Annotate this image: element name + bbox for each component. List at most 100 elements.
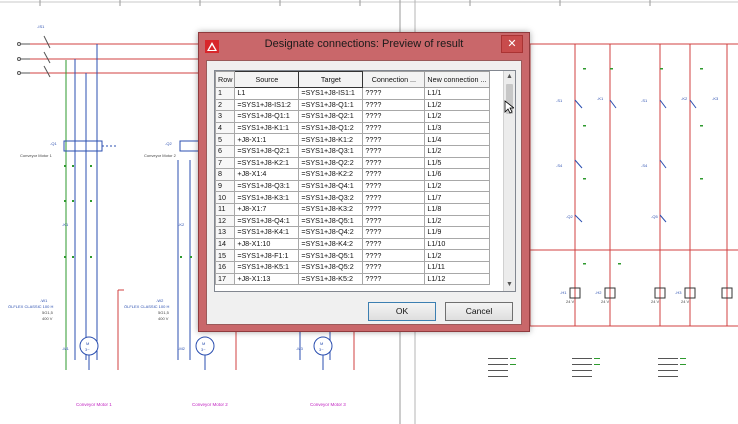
table-row[interactable]: 6 =SYS1+J8-Q2:1 =SYS1+J8-Q3:1???? L1/2 bbox=[215, 144, 490, 158]
cell-new-connection[interactable]: L1/10 bbox=[424, 237, 490, 251]
column-header-connection[interactable]: Connection ... bbox=[362, 71, 426, 88]
dialog-titlebar[interactable]: Designate connections: Preview of result… bbox=[199, 33, 529, 60]
cell-new-connection[interactable]: L1/2 bbox=[424, 98, 490, 112]
cell-new-connection[interactable]: L1/2 bbox=[424, 144, 490, 158]
cell-connection[interactable]: ???? bbox=[362, 272, 426, 286]
table-row[interactable]: 4 =SYS1+J8-K1:1 =SYS1+J8-Q1:2???? L1/3 bbox=[215, 121, 490, 135]
cell-new-connection[interactable]: L1/5 bbox=[424, 156, 490, 170]
scroll-up-icon[interactable]: ▲ bbox=[504, 71, 515, 83]
cell-row[interactable]: 8 bbox=[215, 168, 236, 181]
cell-target[interactable]: =SYS1+J8-K5:2 bbox=[298, 272, 364, 286]
cell-target[interactable]: =SYS1+J8-Q4:2 bbox=[298, 226, 364, 239]
cell-source[interactable]: +J8-X1:10 bbox=[234, 237, 300, 251]
cell-row[interactable]: 5 bbox=[215, 133, 236, 146]
cell-connection[interactable]: ???? bbox=[362, 226, 426, 239]
cell-target[interactable]: =SYS1+J8-Q3:1 bbox=[298, 144, 364, 158]
cell-new-connection[interactable]: L1/6 bbox=[424, 168, 490, 181]
cell-row[interactable]: 15 bbox=[215, 249, 236, 262]
cell-row[interactable]: 3 bbox=[215, 110, 236, 123]
column-header-row[interactable]: Row bbox=[215, 71, 236, 88]
cell-connection[interactable]: ???? bbox=[362, 202, 426, 216]
cell-target[interactable]: =SYS1+J8-Q1:2 bbox=[298, 121, 364, 135]
cell-new-connection[interactable]: L1/2 bbox=[424, 179, 490, 193]
cell-connection[interactable]: ???? bbox=[362, 214, 426, 228]
cell-target[interactable]: =SYS1+J8-K3:2 bbox=[298, 202, 364, 216]
cell-connection[interactable]: ???? bbox=[362, 156, 426, 170]
cell-source[interactable]: =SYS1+J8-K1:1 bbox=[234, 121, 300, 135]
table-row[interactable]: 16 =SYS1+J8-K5:1 =SYS1+J8-Q5:2???? L1/11 bbox=[215, 260, 490, 274]
cell-row[interactable]: 9 bbox=[215, 179, 236, 193]
cell-target[interactable]: =SYS1+J8-Q5:1 bbox=[298, 214, 364, 228]
table-row[interactable]: 5 +J8-X1:1 =SYS1+J8-K1:2???? L1/4 bbox=[215, 133, 490, 146]
cell-connection[interactable]: ???? bbox=[362, 237, 426, 251]
cell-source[interactable]: =SYS1+J8-K2:1 bbox=[234, 156, 300, 170]
cell-source[interactable]: +J8-X1:7 bbox=[234, 202, 300, 216]
cell-connection[interactable]: ???? bbox=[362, 87, 426, 100]
cell-new-connection[interactable]: L1/2 bbox=[424, 110, 490, 123]
cell-new-connection[interactable]: L1/2 bbox=[424, 214, 490, 228]
cell-new-connection[interactable]: L1/8 bbox=[424, 202, 490, 216]
cell-row[interactable]: 16 bbox=[215, 260, 236, 274]
cell-source[interactable]: =SYS1+J8-K5:1 bbox=[234, 260, 300, 274]
table-row[interactable]: 1 L1 =SYS1+J8-IS1:1???? L1/1 bbox=[215, 87, 490, 100]
cell-source[interactable]: =SYS1+J8-Q3:1 bbox=[234, 179, 300, 193]
cell-connection[interactable]: ???? bbox=[362, 144, 426, 158]
table-row[interactable]: 13 =SYS1+J8-K4:1 =SYS1+J8-Q4:2???? L1/9 bbox=[215, 226, 490, 239]
cell-connection[interactable]: ???? bbox=[362, 260, 426, 274]
cell-connection[interactable]: ???? bbox=[362, 168, 426, 181]
cell-source[interactable]: =SYS1+J8-Q2:1 bbox=[234, 144, 300, 158]
cell-connection[interactable]: ???? bbox=[362, 249, 426, 262]
cell-source[interactable]: L1 bbox=[234, 87, 300, 100]
cell-source[interactable]: =SYS1+J8-F1:1 bbox=[234, 249, 300, 262]
table-row[interactable]: 8 +J8-X1:4 =SYS1+J8-K2:2???? L1/6 bbox=[215, 168, 490, 181]
cell-source[interactable]: +J8-X1:1 bbox=[234, 133, 300, 146]
column-header-new-connection[interactable]: New connection ... bbox=[424, 71, 490, 88]
cell-row[interactable]: 10 bbox=[215, 191, 236, 204]
table-row[interactable]: 17 +J8-X1:13 =SYS1+J8-K5:2???? L1/12 bbox=[215, 272, 490, 286]
cell-row[interactable]: 7 bbox=[215, 156, 236, 170]
cell-target[interactable]: =SYS1+J8-K2:2 bbox=[298, 168, 364, 181]
cell-connection[interactable]: ???? bbox=[362, 191, 426, 204]
cell-row[interactable]: 13 bbox=[215, 226, 236, 239]
cell-target[interactable]: =SYS1+J8-K4:2 bbox=[298, 237, 364, 251]
preview-grid[interactable]: Row Source Target Connection ... New con… bbox=[214, 70, 516, 292]
cell-connection[interactable]: ???? bbox=[362, 133, 426, 146]
cell-row[interactable]: 6 bbox=[215, 144, 236, 158]
cell-source[interactable]: =SYS1+J8-Q1:1 bbox=[234, 110, 300, 123]
cell-row[interactable]: 11 bbox=[215, 202, 236, 216]
cell-new-connection[interactable]: L1/9 bbox=[424, 226, 490, 239]
cell-source[interactable]: +J8-X1:13 bbox=[234, 272, 300, 286]
scroll-down-icon[interactable]: ▼ bbox=[504, 279, 515, 291]
column-header-target[interactable]: Target bbox=[298, 71, 364, 88]
table-row[interactable]: 3 =SYS1+J8-Q1:1 =SYS1+J8-Q2:1???? L1/2 bbox=[215, 110, 490, 123]
cell-target[interactable]: =SYS1+J8-Q3:2 bbox=[298, 191, 364, 204]
table-row[interactable]: 2 =SYS1+J8-IS1:2 =SYS1+J8-Q1:1???? L1/2 bbox=[215, 98, 490, 112]
cell-target[interactable]: =SYS1+J8-Q2:1 bbox=[298, 110, 364, 123]
cell-row[interactable]: 14 bbox=[215, 237, 236, 251]
cell-target[interactable]: =SYS1+J8-Q5:2 bbox=[298, 260, 364, 274]
cell-row[interactable]: 17 bbox=[215, 272, 236, 286]
cell-row[interactable]: 2 bbox=[215, 98, 236, 112]
cell-connection[interactable]: ???? bbox=[362, 179, 426, 193]
cell-source[interactable]: =SYS1+J8-IS1:2 bbox=[234, 98, 300, 112]
cell-source[interactable]: +J8-X1:4 bbox=[234, 168, 300, 181]
table-row[interactable]: 7 =SYS1+J8-K2:1 =SYS1+J8-Q2:2???? L1/5 bbox=[215, 156, 490, 170]
cell-new-connection[interactable]: L1/1 bbox=[424, 87, 490, 100]
table-row[interactable]: 12 =SYS1+J8-Q4:1 =SYS1+J8-Q5:1???? L1/2 bbox=[215, 214, 490, 228]
cell-new-connection[interactable]: L1/3 bbox=[424, 121, 490, 135]
cell-row[interactable]: 4 bbox=[215, 121, 236, 135]
table-row[interactable]: 14 +J8-X1:10 =SYS1+J8-K4:2???? L1/10 bbox=[215, 237, 490, 251]
cell-connection[interactable]: ???? bbox=[362, 98, 426, 112]
table-row[interactable]: 11 +J8-X1:7 =SYS1+J8-K3:2???? L1/8 bbox=[215, 202, 490, 216]
cell-row[interactable]: 12 bbox=[215, 214, 236, 228]
cell-connection[interactable]: ???? bbox=[362, 121, 426, 135]
cell-new-connection[interactable]: L1/7 bbox=[424, 191, 490, 204]
cell-new-connection[interactable]: L1/2 bbox=[424, 249, 490, 262]
close-button[interactable]: ✕ bbox=[501, 35, 523, 53]
table-row[interactable]: 10 =SYS1+J8-K3:1 =SYS1+J8-Q3:2???? L1/7 bbox=[215, 191, 490, 204]
table-row[interactable]: 15 =SYS1+J8-F1:1 =SYS1+J8-Q5:1???? L1/2 bbox=[215, 249, 490, 262]
cell-new-connection[interactable]: L1/11 bbox=[424, 260, 490, 274]
cell-target[interactable]: =SYS1+J8-Q4:1 bbox=[298, 179, 364, 193]
cell-target[interactable]: =SYS1+J8-IS1:1 bbox=[298, 87, 364, 100]
cell-new-connection[interactable]: L1/12 bbox=[424, 272, 490, 286]
